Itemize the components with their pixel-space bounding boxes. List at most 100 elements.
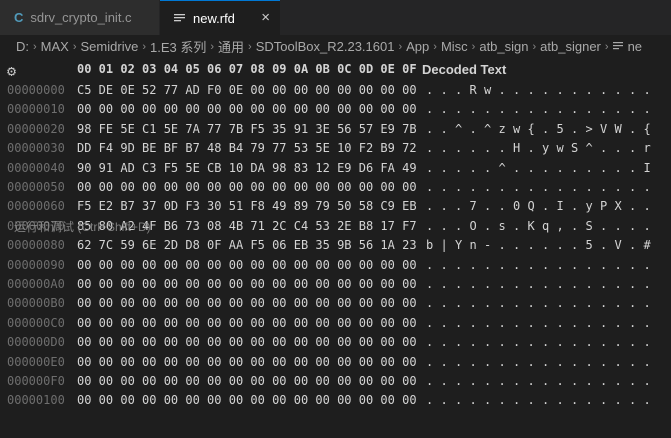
breadcrumb-item[interactable]: SDToolBox_R2.23.1601 (256, 39, 395, 54)
decoded-char: { (527, 121, 535, 136)
c-file-icon: C (14, 10, 24, 25)
breadcrumb-item[interactable]: Semidrive (81, 39, 139, 54)
row-address: 000000E0 (7, 354, 65, 369)
decoded-char: . (498, 83, 506, 97)
decoded-char: . (571, 374, 579, 388)
decoded-char: . (513, 180, 521, 194)
decoded-char: . (542, 335, 550, 350)
decoded-char: . (455, 335, 463, 350)
decoded-char: . (527, 296, 535, 311)
decoded-char: . (585, 354, 593, 369)
row-bytes[interactable]: 00 00 00 00 00 00 00 00 00 00 00 00 00 0… (77, 277, 417, 291)
row-bytes[interactable]: 00 00 00 00 00 00 00 00 00 00 00 00 00 0… (77, 316, 417, 330)
row-bytes[interactable]: 98 FE 5E C1 5E 7A 77 7B F5 35 91 3E 56 5… (77, 122, 417, 136)
decoded-char: . (600, 83, 608, 97)
decoded-char: . (527, 180, 535, 194)
decoded-char: . (513, 393, 521, 408)
row-bytes[interactable]: 00 00 00 00 00 00 00 00 00 00 00 00 00 0… (77, 258, 417, 272)
row-decoded-text[interactable]: ................ (426, 258, 658, 272)
decoded-char: . (556, 354, 564, 369)
decoded-char: . (585, 102, 593, 117)
decoded-char: . (629, 257, 637, 272)
decoded-char: . (614, 141, 622, 156)
row-decoded-text[interactable]: ................ (426, 296, 658, 310)
decoded-char: . (426, 199, 434, 214)
breadcrumb-item[interactable]: 1.E3 系列 (150, 37, 206, 56)
decoded-char: . (556, 393, 564, 408)
decoded-char: . (643, 335, 651, 350)
breadcrumb-item[interactable]: atb_signer (540, 39, 601, 54)
row-decoded-text[interactable]: ................ (426, 277, 658, 291)
decoded-char: S (571, 141, 579, 156)
decoded-char: . (643, 199, 651, 214)
decoded-char: . (513, 102, 521, 117)
decoded-char: . (629, 277, 637, 291)
row-bytes[interactable]: 00 00 00 00 00 00 00 00 00 00 00 00 00 0… (77, 296, 417, 310)
row-bytes[interactable]: 62 7C 59 6E 2D D8 0F AA F5 06 EB 35 9B 5… (77, 238, 417, 252)
decoded-char: . (455, 296, 463, 311)
row-decoded-text[interactable]: b | Yn -...... 5. V. # (426, 238, 658, 252)
row-bytes[interactable]: 00 00 00 00 00 00 00 00 00 00 00 00 00 0… (77, 335, 417, 349)
breadcrumb-item[interactable]: 通用 (218, 37, 244, 56)
row-bytes[interactable]: 00 00 00 00 00 00 00 00 00 00 00 00 00 0… (77, 374, 417, 388)
row-decoded-text[interactable]: ... Rw........... (426, 83, 658, 97)
decoded-char: . (469, 160, 477, 175)
breadcrumb-item[interactable]: Misc (441, 39, 468, 54)
decoded-char: . (600, 238, 608, 253)
decoded-char: . (629, 315, 637, 330)
decoded-char: . (440, 102, 448, 117)
row-decoded-text[interactable]: ................ (426, 180, 658, 194)
row-decoded-text[interactable]: ................ (426, 393, 658, 407)
row-bytes[interactable]: 00 00 00 00 00 00 00 00 00 00 00 00 00 0… (77, 355, 417, 369)
hex-editor[interactable]: ⚙ 00 01 02 03 04 05 06 07 08 09 0A 0B 0C… (0, 58, 671, 438)
breadcrumb-item[interactable]: MAX (41, 39, 69, 54)
decoded-char: Q (527, 199, 535, 214)
decoded-char: . (484, 374, 492, 388)
row-bytes[interactable]: F5 E2 B7 37 0D F3 30 51 F8 49 89 79 50 5… (77, 199, 417, 213)
decoded-char: | (440, 238, 448, 253)
decoded-char: . (426, 257, 434, 272)
breadcrumb-item[interactable]: atb_sign (479, 39, 528, 54)
breadcrumb-item[interactable]: App (406, 39, 429, 54)
decoded-char: . (455, 102, 463, 117)
close-icon[interactable]: × (261, 10, 270, 26)
row-decoded-text[interactable]: ................ (426, 374, 658, 388)
row-decoded-text[interactable]: ................ (426, 335, 658, 349)
row-decoded-text[interactable]: .. ^. ^ z w {. 5. > V W. { (426, 122, 658, 136)
decoded-char: . (571, 335, 579, 350)
decoded-char: . (643, 374, 651, 388)
decoded-char: . (484, 218, 492, 233)
tab-new-rfd[interactable]: new.rfd × (160, 0, 280, 35)
row-bytes[interactable]: C5 DE 0E 52 77 AD F0 0E 00 00 00 00 00 0… (77, 83, 417, 97)
decoded-char: . (455, 315, 463, 330)
row-bytes[interactable]: DD F4 9D BE BF B7 48 B4 79 77 53 5E 10 F… (77, 141, 417, 155)
tab-sdrv-crypto-init[interactable]: C sdrv_crypto_init.c (0, 0, 160, 35)
decoded-char: . (556, 335, 564, 350)
decoded-char: . (542, 121, 550, 136)
run-debug-tooltip: 运行和调试 (Ctrl+Shift+D) (14, 220, 151, 234)
row-decoded-text[interactable]: ................ (426, 102, 658, 116)
decoded-char: . (614, 393, 622, 408)
row-decoded-text[interactable]: ................ (426, 355, 658, 369)
row-decoded-text[interactable]: ... 7.. 0Q. I. yPX.. (426, 199, 658, 213)
decoded-char: . (542, 199, 550, 214)
decoded-char: . (542, 315, 550, 330)
row-decoded-text[interactable]: ...... H. y w S ^... r (426, 141, 658, 155)
row-decoded-text[interactable]: ... O. s. Kq,. S.... (426, 219, 658, 233)
chevron-right-icon: › (471, 40, 476, 53)
decoded-char: . (484, 335, 492, 350)
breadcrumb-item[interactable]: D: (16, 39, 29, 54)
row-decoded-text[interactable]: ................ (426, 316, 658, 330)
gear-icon[interactable]: ⚙ (7, 62, 16, 80)
decoded-char: . (426, 296, 434, 311)
decoded-char: K (527, 218, 535, 233)
row-decoded-text[interactable]: ..... ^......... I (426, 161, 658, 175)
row-bytes[interactable]: 90 91 AD C3 F5 5E CB 10 DA 98 83 12 E9 D… (77, 161, 417, 175)
breadcrumb-item[interactable]: ne (628, 39, 642, 54)
decoded-char: . (440, 141, 448, 156)
decoded-char: . (513, 257, 521, 272)
hex-row: 000000E0 00 00 00 00 00 00 00 00 00 00 00… (0, 355, 671, 374)
row-bytes[interactable]: 00 00 00 00 00 00 00 00 00 00 00 00 00 0… (77, 102, 417, 116)
row-bytes[interactable]: 00 00 00 00 00 00 00 00 00 00 00 00 00 0… (77, 180, 417, 194)
row-bytes[interactable]: 00 00 00 00 00 00 00 00 00 00 00 00 00 0… (77, 393, 417, 407)
